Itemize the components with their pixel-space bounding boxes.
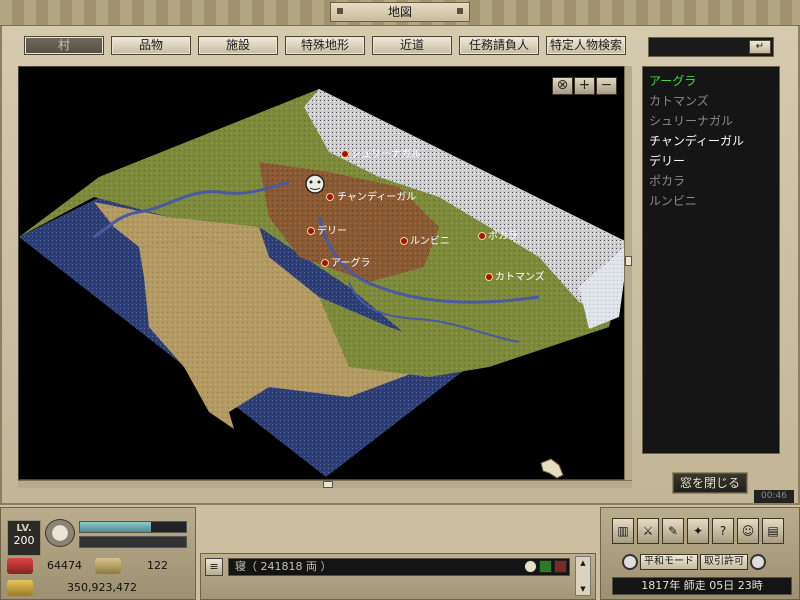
filter-special-terrain-button[interactable]: 特殊地形 (285, 36, 365, 55)
scroll-thumb[interactable] (323, 481, 333, 488)
mp-bar-fill (80, 537, 186, 547)
stat-skill: 122 (147, 559, 168, 572)
town-list-item[interactable]: チャンディーガル (649, 131, 773, 151)
peace-mode-toggle[interactable]: 平和モード (640, 554, 698, 570)
power-icon[interactable] (622, 554, 638, 570)
clock-readout: 00:46 (754, 490, 794, 503)
scroll-down-icon[interactable]: ▼ (578, 585, 588, 593)
system-icon[interactable]: ▤ (762, 518, 784, 544)
filter-person-search-button[interactable]: 特定人物検索 (546, 36, 626, 55)
stat-attack: 64474 (47, 559, 82, 572)
menu-icon[interactable]: ≡ (205, 558, 223, 576)
coin-icon (7, 580, 33, 596)
filter-quest-giver-button[interactable]: 任務請負人 (459, 36, 539, 55)
skill-icon[interactable]: ✦ (687, 518, 709, 544)
filter-village-button[interactable]: 村 (24, 36, 104, 55)
trade-permit-toggle[interactable]: 取引許可 (700, 554, 748, 570)
scroll-up-icon[interactable]: ▲ (578, 559, 588, 567)
inventory-icon[interactable]: ▥ (612, 518, 634, 544)
help-icon[interactable]: ? (712, 518, 734, 544)
enter-icon[interactable]: ↵ (749, 40, 771, 54)
character-face-icon[interactable] (45, 519, 75, 547)
window-title-box: 地図 (330, 2, 470, 22)
mp-bar (79, 536, 187, 548)
record-icon[interactable] (554, 560, 567, 573)
player-status-panel: LV. 200 64474 122 350,923,472 (0, 507, 196, 600)
map-terrain[interactable]: シュリーナガル チャンディーガル デリー ルンビニ ポカラ アーグラ カトマンズ (19, 67, 633, 481)
town-list-item[interactable]: ポカラ (649, 171, 773, 191)
emote-icon[interactable] (524, 560, 537, 573)
filter-shortcut-button[interactable]: 近道 (372, 36, 452, 55)
chat-scrollbar[interactable]: ▲ ▼ (575, 556, 591, 596)
party-icon[interactable]: ☺ (737, 518, 759, 544)
level-label: LV. (16, 523, 32, 534)
zoom-out-icon[interactable]: − (596, 77, 617, 95)
scroll-icon (95, 558, 121, 574)
chat-line[interactable]: 寝（ 241818 両 ） (228, 558, 570, 576)
title-ornament-icon (337, 8, 343, 14)
window-title: 地図 (387, 5, 412, 19)
title-bar: 地図 (0, 0, 800, 26)
town-list-item[interactable]: デリー (649, 151, 773, 171)
power-icon[interactable] (750, 554, 766, 570)
town-list: アーグラ カトマンズ シュリーナガル チャンディーガル デリー ポカラ ルンビニ (642, 66, 780, 454)
hp-bar-fill (80, 522, 152, 532)
city-label: デリー (317, 224, 347, 237)
scroll-thumb[interactable] (625, 256, 632, 266)
level-badge: LV. 200 (7, 520, 41, 556)
tool-buttons: ▥ ⚔ ✎ ✦ ? ☺ ▤ (612, 518, 784, 544)
zoom-in-icon[interactable]: + (574, 77, 595, 95)
city-marker[interactable]: チャンディーガル (326, 190, 417, 203)
search-box: ↵ (648, 37, 774, 58)
town-list-item[interactable]: シュリーナガル (649, 111, 773, 131)
equipment-icon[interactable]: ⚔ (637, 518, 659, 544)
sword-icon (7, 558, 33, 574)
zoom-controls: ⊗ + − (552, 77, 617, 95)
close-window-button[interactable]: 窓を閉じる (672, 472, 748, 494)
city-marker[interactable]: シュリーナガル (341, 148, 422, 160)
city-label: ポカラ (488, 230, 518, 242)
map-view[interactable]: シュリーナガル チャンディーガル デリー ルンビニ ポカラ アーグラ カトマンズ (18, 66, 632, 480)
player-marker-icon (305, 174, 325, 194)
map-horizontal-scrollbar[interactable] (18, 480, 632, 488)
map-vertical-scrollbar[interactable] (624, 66, 632, 480)
search-input[interactable] (649, 40, 749, 58)
town-list-item[interactable]: ルンビニ (649, 191, 773, 211)
zoom-reset-icon[interactable]: ⊗ (552, 77, 573, 95)
city-label: ルンビニ (410, 235, 450, 247)
filter-facilities-button[interactable]: 施設 (198, 36, 278, 55)
city-label: アーグラ (331, 256, 370, 269)
title-ornament-icon (457, 8, 463, 14)
city-label: シュリーナガル (351, 148, 421, 160)
level-value: 200 (13, 534, 35, 547)
hand-cursor-icon (540, 458, 564, 479)
hp-bar (79, 521, 187, 533)
mode-controls: 平和モード 取引許可 (622, 553, 766, 571)
town-list-item[interactable]: カトマンズ (649, 91, 773, 111)
city-label: カトマンズ (495, 270, 545, 283)
scroll-icon[interactable]: ✎ (662, 518, 684, 544)
game-date: 1817年 師走 05日 23時 (612, 577, 792, 595)
city-label: チャンディーガル (337, 190, 416, 203)
play-icon[interactable] (539, 560, 552, 573)
city-marker[interactable]: カトマンズ (485, 270, 545, 283)
money-amount: 350,923,472 (67, 581, 137, 594)
town-list-item[interactable]: アーグラ (649, 71, 773, 91)
filter-items-button[interactable]: 品物 (111, 36, 191, 55)
